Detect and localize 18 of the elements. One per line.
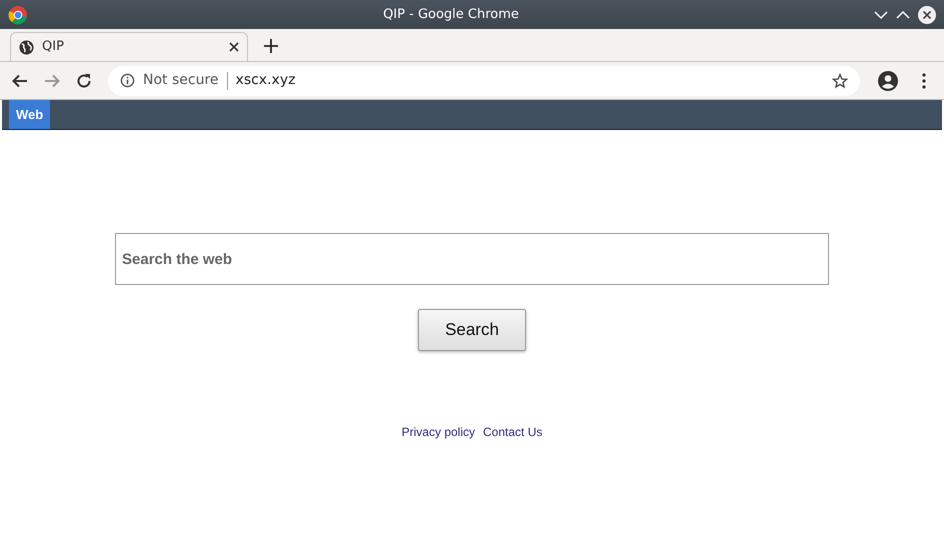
search-field[interactable]: Search the web	[115, 233, 829, 285]
info-icon[interactable]	[120, 73, 135, 88]
search-button[interactable]: Search	[418, 309, 526, 351]
close-icon[interactable]	[229, 42, 239, 52]
footer-link[interactable]: Contact Us	[483, 423, 542, 441]
minimize-icon[interactable]	[874, 10, 888, 20]
browser-logo-icon	[8, 4, 28, 24]
security-label: Not secure	[143, 71, 219, 90]
close-icon[interactable]	[918, 6, 936, 24]
star-icon[interactable]	[832, 72, 848, 88]
window-title: QIP - Google Chrome	[383, 6, 519, 22]
footer-link[interactable]: Privacy policy	[402, 423, 475, 441]
nav-tab[interactable]: Web	[9, 100, 50, 129]
browser-tab[interactable]: QIP	[10, 32, 248, 61]
new-tab-icon[interactable]	[264, 38, 278, 53]
url-text[interactable]: xscx.xyz	[236, 70, 296, 91]
globe-icon	[19, 40, 34, 54]
maximize-icon[interactable]	[896, 10, 910, 20]
